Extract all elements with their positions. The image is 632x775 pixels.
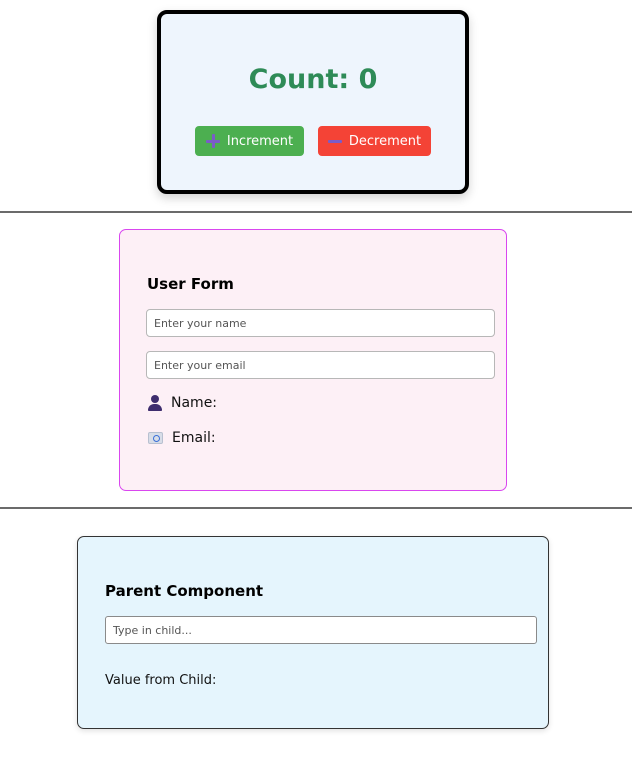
parent-component-card: Parent Component Value from Child: <box>77 536 549 729</box>
increment-button[interactable]: Increment <box>195 126 304 156</box>
user-form-title: User Form <box>147 275 234 293</box>
count-value: 0 <box>358 64 378 95</box>
increment-label: Increment <box>226 133 294 149</box>
divider <box>0 507 632 509</box>
person-icon <box>148 395 162 411</box>
divider <box>0 211 632 213</box>
counter-card: Count: 0 Increment Decrement <box>157 10 469 194</box>
count-display: Count: 0 <box>161 64 465 95</box>
minus-icon <box>327 134 342 148</box>
email-display-row: Email: <box>148 430 216 446</box>
parent-component-title: Parent Component <box>105 582 264 600</box>
child-input[interactable] <box>105 616 537 644</box>
name-input[interactable] <box>146 309 495 337</box>
name-display-row: Name: <box>148 395 217 411</box>
value-from-child: Value from Child: <box>105 673 217 688</box>
user-form-card: User Form Name: Email: <box>119 229 507 491</box>
plus-icon <box>205 134 220 148</box>
name-label: Name: <box>171 395 218 411</box>
envelope-icon <box>148 432 163 444</box>
email-label: Email: <box>172 430 216 446</box>
count-label: Count: <box>248 64 359 95</box>
email-input[interactable] <box>146 351 495 379</box>
decrement-label: Decrement <box>348 133 422 149</box>
decrement-button[interactable]: Decrement <box>318 126 431 156</box>
